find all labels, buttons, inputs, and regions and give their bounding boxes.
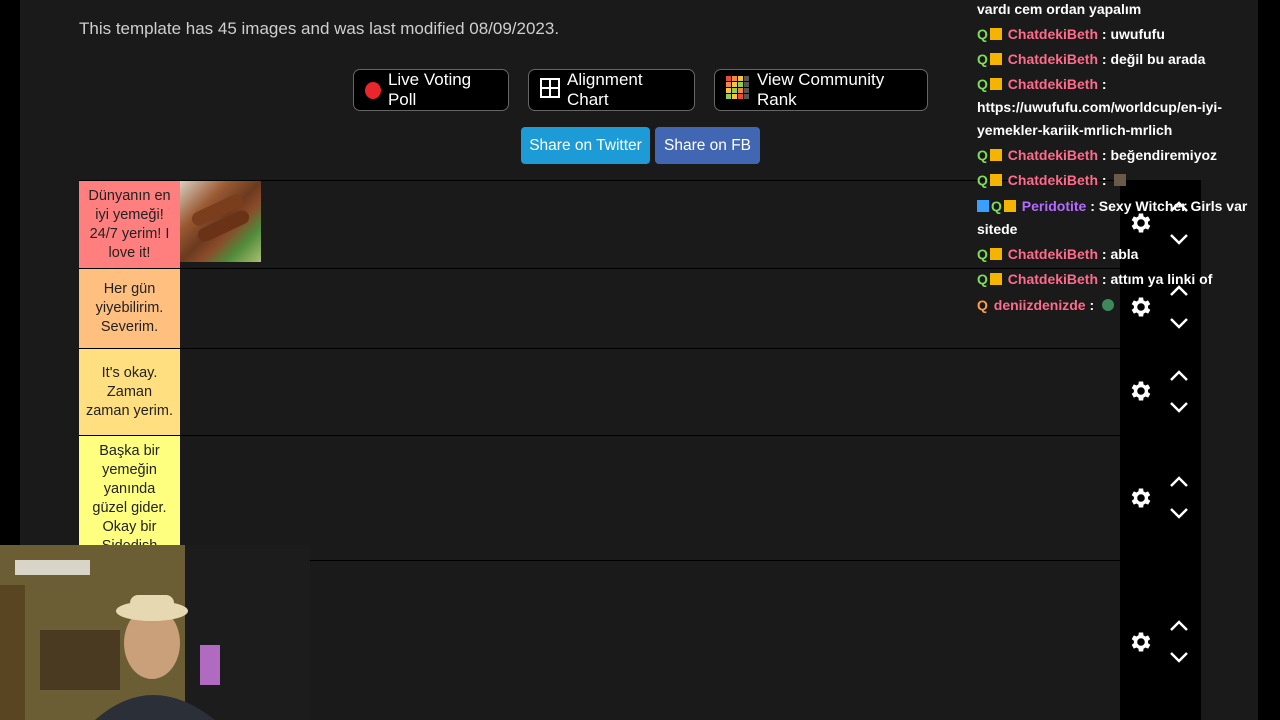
chevron-up-icon[interactable] [1168,619,1190,633]
q-badge-icon: Q [977,172,988,188]
view-community-rank-button[interactable]: View Community Rank [714,69,928,111]
tier-label[interactable]: It's okay. Zaman zaman yerim. [79,349,180,435]
q-badge-icon: Q [977,76,988,92]
gear-icon[interactable] [1128,485,1154,511]
tier-drop-area[interactable] [180,436,1120,560]
tier-row: Her gün yiyebilirim. Severim. [79,268,1120,348]
crown-badge-icon [989,149,1002,161]
chat-text: vardı cem ordan yapalım [977,1,1142,17]
chat-username[interactable]: ChatdekiBeth [1008,26,1098,42]
crown-badge-icon [989,273,1002,285]
q-badge-icon: Q [977,246,988,262]
chat-text: : beğendiremiyoz [1098,147,1218,163]
chat-text: : [1098,172,1107,188]
chevron-down-icon[interactable] [1168,400,1190,414]
chat-username[interactable]: ChatdekiBeth [1008,76,1098,92]
webcam-overlay [0,545,310,720]
chat-username[interactable]: ChatdekiBeth [1008,51,1098,67]
chat-text: : değil bu arada [1098,51,1206,67]
chat-text: : [1098,76,1107,92]
chat-message: Q ChatdekiBeth : attım ya linki of [977,268,1267,291]
x-badge-icon [977,200,989,212]
chat-username[interactable]: deniizdenizde [994,297,1086,313]
q-badge-icon: Q [977,51,988,67]
crown-badge-icon [989,248,1002,260]
chat-message: vardı cem ordan yapalım [977,0,1267,21]
chevron-down-icon[interactable] [1168,316,1190,330]
chat-message: Q ChatdekiBeth : beğendiremiyoz [977,144,1267,167]
chat-text: : [1085,297,1095,313]
share-fb-button[interactable]: Share on FB [655,127,760,164]
chat-text: : Sexy Witcher Girls var [1086,198,1248,214]
chat-link-text[interactable]: https://uwufufu.com/worldcup/en-iyi- [977,96,1267,119]
emote-icon [1102,299,1115,311]
chat-message: Q ChatdekiBeth : değil bu arada [977,48,1267,71]
chat-username[interactable]: ChatdekiBeth [1008,246,1098,262]
chevron-up-icon[interactable] [1168,369,1190,383]
chat-text: : attım ya linki of [1098,271,1213,287]
chat-message: Q ChatdekiBeth : abla [977,243,1267,266]
q-badge-icon: Q [977,26,988,42]
chat-message: Q ChatdekiBeth : [977,169,1267,192]
live-voting-poll-button[interactable]: Live Voting Poll [353,69,509,111]
share-twitter-button[interactable]: Share on Twitter [521,127,650,164]
chevron-down-icon[interactable] [1168,506,1190,520]
chat-text: : abla [1098,246,1139,262]
tier-row: Dünyanın en iyi yemeği! 24/7 yerim! I lo… [79,180,1120,268]
chat-username[interactable]: ChatdekiBeth [1008,172,1098,188]
food-image-kebab[interactable] [180,181,261,262]
crown-badge-icon [989,174,1002,186]
tier-row: It's okay. Zaman zaman yerim. [79,348,1120,435]
chat-message: Q ChatdekiBeth : [977,73,1267,96]
view-community-rank-label: View Community Rank [757,70,885,109]
q-badge-icon: Q [977,271,988,287]
chat-text: : uwufufu [1098,26,1165,42]
live-voting-poll-label: Live Voting Poll [387,70,472,109]
crown-badge-icon [989,53,1002,65]
chevron-down-icon[interactable] [1168,650,1190,664]
q-badge-icon: Q [977,147,988,163]
red-dot-icon [365,81,381,99]
chat-username[interactable]: ChatdekiBeth [1008,271,1098,287]
template-meta-text: This template has 45 images and was last… [79,19,560,38]
tier-label[interactable]: Başka bir yemeğin yanında güzel gider. O… [79,436,180,560]
gear-icon[interactable] [1128,629,1154,655]
crown-badge-icon [989,78,1002,90]
chat-message: Q deniizdenizde : [977,294,1267,317]
chat-text: sitede [977,221,1018,237]
chat-link-text[interactable]: yemekler-kariik-mrlich-mrlich [977,119,1267,142]
chevron-up-icon[interactable] [1168,475,1190,489]
tier-label[interactable]: Dünyanın en iyi yemeği! 24/7 yerim! I lo… [79,181,180,268]
crown-badge-icon [989,28,1002,40]
tier-drop-area[interactable] [180,561,1120,720]
tier-drop-area[interactable] [180,349,1120,435]
q-badge-icon: Q [991,198,1002,214]
tier-row: Başka bir yemeğin yanında güzel gider. O… [79,435,1120,560]
chat-username[interactable]: ChatdekiBeth [1008,147,1098,163]
alignment-chart-button[interactable]: Alignment Chart [528,69,695,111]
emote-icon [1114,174,1127,186]
alignment-chart-label: Alignment Chart [567,70,643,109]
chat-message: Q ChatdekiBeth : uwufufu [977,23,1267,46]
grid-icon [540,77,560,103]
color-grid-icon [726,75,750,105]
chat-username[interactable]: Peridotite [1022,198,1087,214]
tier-label[interactable]: Her gün yiyebilirim. Severim. [79,269,180,348]
gear-icon[interactable] [1128,378,1154,404]
chat-message: Q Peridotite : Sexy Witcher Girls var [977,195,1267,218]
crown-badge-icon [1003,200,1016,212]
q-badge-icon: Q [977,297,988,313]
